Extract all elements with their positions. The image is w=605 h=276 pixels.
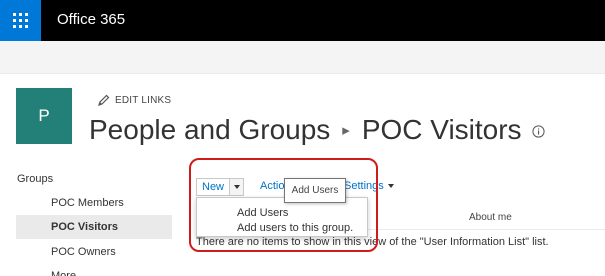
- settings-menu-label: Settings: [344, 180, 384, 192]
- breadcrumb-people-and-groups[interactable]: People and Groups: [89, 114, 330, 146]
- new-dropdown-menu[interactable]: Add Users Add users to this group.: [196, 197, 368, 237]
- waffle-icon: [13, 13, 28, 28]
- pencil-icon: [98, 94, 110, 106]
- edit-links-button[interactable]: EDIT LINKS: [97, 93, 171, 107]
- menu-item-add-users[interactable]: Add Users: [237, 207, 288, 219]
- nav-heading-groups[interactable]: Groups: [17, 173, 53, 185]
- edit-links-label: EDIT LINKS: [115, 94, 172, 106]
- nav-item-more[interactable]: More...: [16, 264, 172, 276]
- info-icon[interactable]: [531, 125, 545, 138]
- chevron-down-icon: [233, 185, 240, 189]
- tooltip-add-users: Add Users: [284, 178, 346, 203]
- site-logo[interactable]: P: [16, 88, 72, 144]
- nav-item-poc-members[interactable]: POC Members: [16, 191, 172, 215]
- app-launcher-button[interactable]: [0, 0, 41, 41]
- nav-item-poc-owners[interactable]: POC Owners: [16, 240, 172, 264]
- site-logo-letter: P: [38, 106, 50, 125]
- nav-item-poc-visitors[interactable]: POC Visitors: [16, 215, 172, 239]
- settings-menu[interactable]: Settings: [344, 180, 394, 192]
- chevron-down-icon: [387, 184, 394, 188]
- new-button-label[interactable]: New: [197, 179, 229, 195]
- empty-list-message: There are no items to show in this view …: [196, 236, 549, 248]
- ribbon-bar: [0, 41, 605, 74]
- new-button: New: [196, 178, 245, 196]
- breadcrumb-separator-icon: ▸: [342, 122, 350, 139]
- suite-bar: Office 365: [0, 0, 605, 41]
- new-dropdown-toggle[interactable]: [229, 179, 244, 195]
- column-header-about-me[interactable]: About me: [469, 212, 512, 223]
- suite-title[interactable]: Office 365: [57, 11, 125, 28]
- menu-item-description: Add users to this group.: [237, 222, 354, 234]
- breadcrumb-current-group: POC Visitors: [361, 114, 522, 145]
- page-title: People and Groups ▸ POC Visitors: [89, 112, 545, 148]
